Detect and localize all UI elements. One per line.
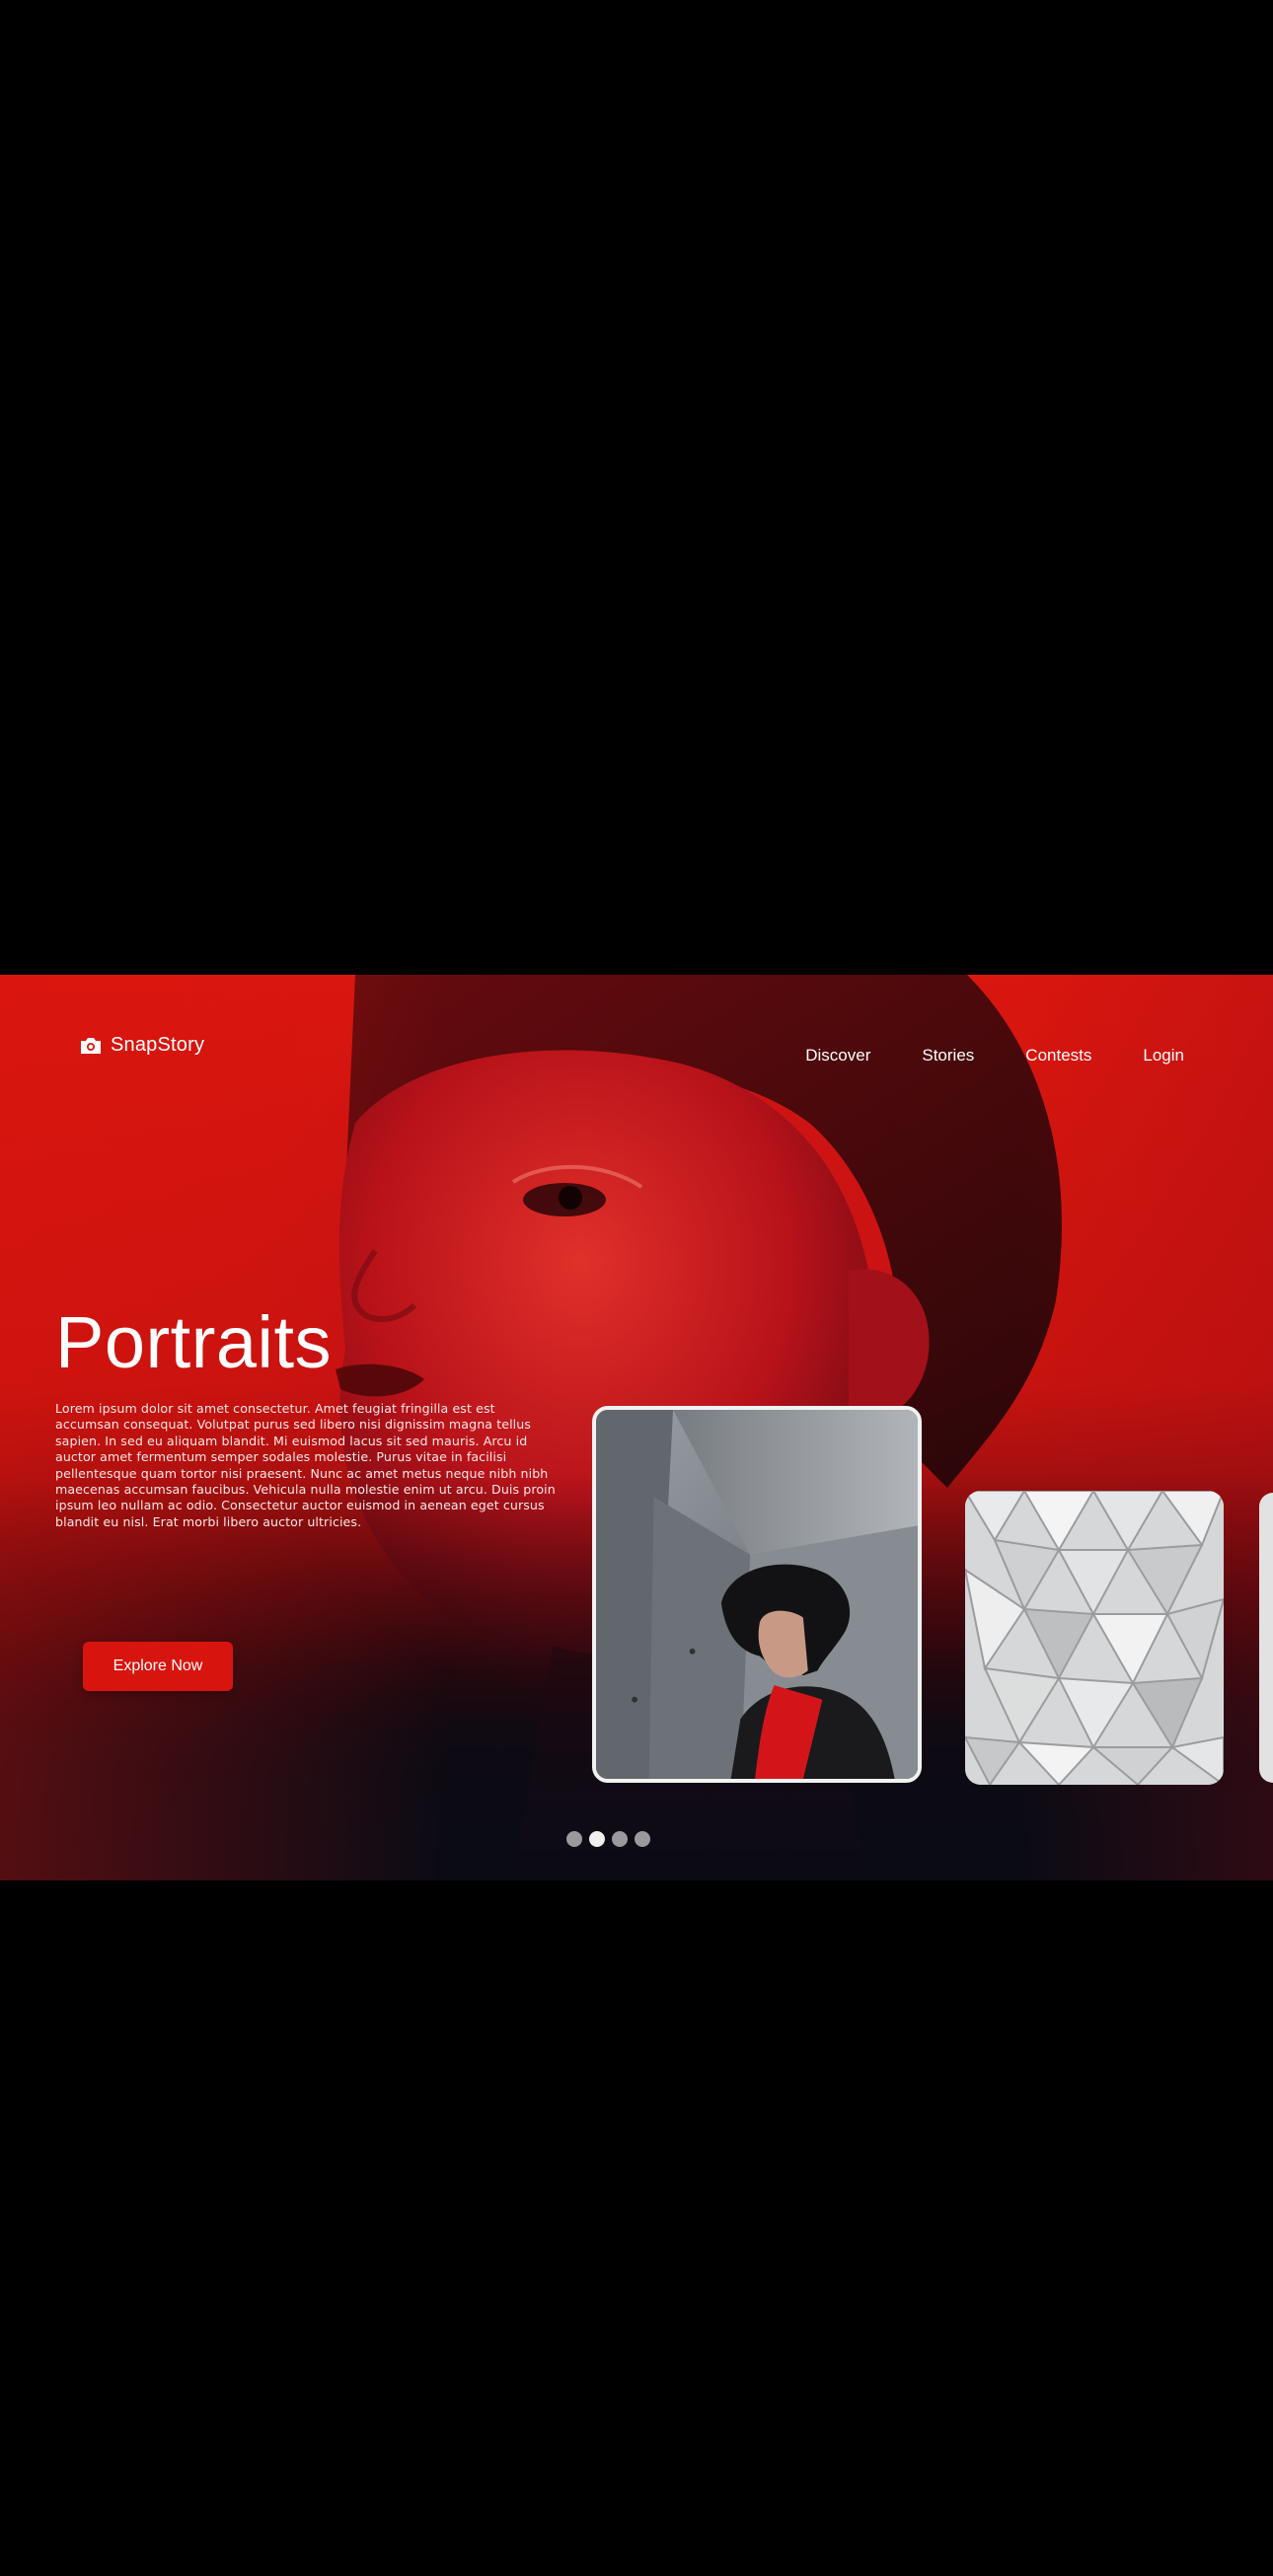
camera-icon (81, 1037, 101, 1054)
carousel-dot-2-active[interactable] (589, 1831, 605, 1847)
nav-stories-link[interactable]: Stories (922, 1046, 974, 1066)
hero-section: SnapStory Discover Stories Contests Logi… (0, 975, 1273, 1880)
carousel-pagination (566, 1831, 650, 1847)
carousel-dot-4[interactable] (635, 1831, 650, 1847)
portrait-photo (596, 1410, 918, 1779)
carousel-card-architecture[interactable] (965, 1491, 1224, 1785)
nav-login-link[interactable]: Login (1143, 1046, 1184, 1066)
architecture-photo (965, 1491, 1224, 1785)
brand-name: SnapStory (111, 1034, 205, 1056)
carousel-dot-3[interactable] (612, 1831, 628, 1847)
top-navigation: Discover Stories Contests Login (754, 1046, 1184, 1066)
hero-description: Lorem ipsum dolor sit amet consectetur. … (55, 1401, 556, 1529)
hero-title: Portraits (55, 1301, 333, 1383)
explore-now-button[interactable]: Explore Now (83, 1642, 233, 1691)
carousel-card-portrait[interactable] (592, 1406, 922, 1783)
nav-discover-link[interactable]: Discover (805, 1046, 870, 1066)
nav-contests-link[interactable]: Contests (1025, 1046, 1091, 1066)
screen: SnapStory Discover Stories Contests Logi… (0, 0, 1273, 2576)
carousel-dot-1[interactable] (566, 1831, 582, 1847)
carousel-card-next[interactable] (1259, 1493, 1273, 1783)
brand-logo[interactable]: SnapStory (79, 1034, 204, 1057)
